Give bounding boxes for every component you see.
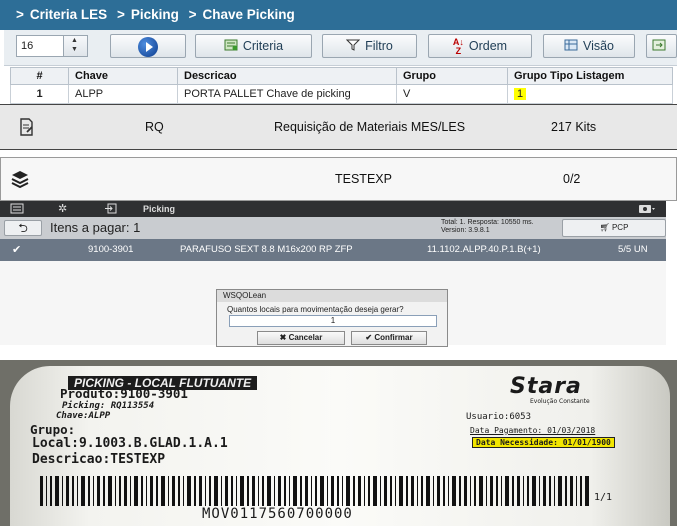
item-description: PARAFUSO SEXT 8.8 M16x200 RP ZFP — [180, 244, 353, 255]
label-grupo: Grupo: — [30, 422, 76, 437]
descricao-cell: PORTA PALLET Chave de picking — [177, 84, 397, 104]
label-descricao: Descricao:TESTEXP — [32, 452, 166, 467]
barcode-text: MOV0117560700000 — [202, 506, 353, 522]
label-local: Local:9.1003.B.GLAD.1.A.1 — [32, 436, 228, 451]
exit-icon[interactable] — [104, 203, 117, 216]
page-size-stepper[interactable]: 16 ▲ ▼ — [16, 35, 88, 57]
cancel-button[interactable]: ✖ Cancelar — [257, 331, 345, 345]
criteria-panel: > Criteria LES > Picking > Chave Picking 16… — [0, 0, 677, 104]
rq-description: Requisição de Materiais MES/LES — [274, 120, 466, 134]
mobile-picking-screen: ✲ Picking ⮌ Itens a pagar: 1 Total: 1. R… — [0, 201, 666, 347]
grid-view-icon — [564, 36, 578, 58]
label-page: 1/1 — [594, 492, 613, 503]
filtro-button[interactable]: Filtro — [322, 34, 417, 58]
row-number: 1 — [10, 84, 69, 104]
run-button[interactable] — [110, 34, 186, 58]
close-icon: ✖ — [279, 333, 287, 342]
breadcrumb: > Criteria LES > Picking > Chave Picking — [0, 0, 677, 30]
highlighted-value: 1 — [514, 88, 527, 100]
breadcrumb-item[interactable]: Picking — [131, 7, 179, 22]
stats-response: Total: 1. Resposta: 10550 ms. — [441, 219, 534, 226]
mobile-header: ⮌ Itens a pagar: 1 Total: 1. Resposta: 1… — [0, 217, 666, 239]
rq-code: RQ — [145, 120, 164, 134]
back-arrow-icon: ⮌ — [18, 221, 28, 235]
table-row[interactable]: 1 ALPP PORTA PALLET Chave de picking V 1 — [10, 84, 673, 104]
stara-tagline: Evolução Constante — [530, 398, 590, 405]
items-to-pay-title: Itens a pagar: 1 — [50, 220, 141, 235]
layers-icon — [11, 170, 29, 193]
stats-version: Version: 3.9.8.1 — [441, 227, 490, 234]
chave-cell: ALPP — [68, 84, 178, 104]
export-button[interactable] — [646, 34, 677, 58]
criteria-icon — [224, 36, 238, 58]
breadcrumb-item[interactable]: Criteria LES — [30, 7, 107, 22]
column-header[interactable]: Grupo — [396, 67, 508, 85]
item-code: 9100-3901 — [88, 244, 134, 255]
testexp-progress: 0/2 — [563, 172, 581, 186]
sort-az-icon: A↓ Z — [452, 36, 464, 56]
label-picking: Picking: RQ113554 — [62, 401, 155, 411]
label-photo: PICKING - LOCAL FLUTUANTE Produto:9100-3… — [0, 360, 677, 526]
dialog-question: Quantos locais para movimentação deseja … — [227, 305, 404, 314]
grupo-tipo-listagem-cell: 1 — [507, 84, 673, 104]
camera-icon[interactable] — [638, 203, 656, 216]
grupo-cell: V — [396, 84, 508, 104]
testexp-name: TESTEXP — [335, 172, 392, 186]
label-data-necessidade: Data Necessidade: 01/01/1900 — [472, 437, 615, 448]
menu-icon[interactable] — [10, 203, 24, 216]
item-quantity: 5/5 UN — [618, 244, 648, 255]
stepper-down-icon[interactable]: ▼ — [71, 46, 78, 54]
wsqolean-dialog: WSQOLean Quantos locais para movimentaçã… — [216, 289, 448, 347]
column-header[interactable]: # — [10, 67, 69, 85]
rq-list-item[interactable]: RQ Requisição de Materiais MES/LES 217 K… — [0, 104, 677, 150]
column-header[interactable]: Chave — [68, 67, 178, 85]
play-icon — [138, 36, 158, 57]
double-check-icon: ✔︎ — [12, 244, 22, 256]
table-header-row: # Chave Descricao Grupo Grupo Tipo Lista… — [10, 67, 673, 85]
label-produto: Produto:9100-3901 — [60, 386, 188, 401]
document-edit-icon — [18, 118, 34, 141]
testexp-list-item[interactable]: TESTEXP 0/2 — [0, 157, 677, 201]
criteria-button[interactable]: Criteria — [195, 34, 312, 58]
confirm-button[interactable]: ✔ Confirmar — [351, 331, 427, 345]
check-icon: ✔ — [365, 333, 373, 342]
picking-item-row[interactable]: ✔︎ 9100-3901 PARAFUSO SEXT 8.8 M16x200 R… — [0, 239, 666, 261]
criteria-table: # Chave Descricao Grupo Grupo Tipo Lista… — [10, 67, 673, 104]
mobile-title: Picking — [143, 204, 176, 214]
stepper-buttons[interactable]: ▲ ▼ — [63, 36, 87, 56]
barcode — [40, 476, 589, 506]
back-button[interactable]: ⮌ — [4, 220, 42, 236]
dialog-title: WSQOLean — [217, 290, 447, 302]
label-data-pagamento: Data Pagamento: 01/03/2018 — [470, 426, 596, 435]
column-header[interactable]: Descricao — [177, 67, 397, 85]
rq-count: 217 Kits — [551, 120, 597, 134]
page-size-value: 16 — [21, 40, 34, 52]
stepper-up-icon[interactable]: ▲ — [71, 37, 78, 45]
settings-icon[interactable]: ✲ — [58, 202, 67, 215]
picking-label: PICKING - LOCAL FLUTUANTE Produto:9100-3… — [10, 366, 670, 526]
label-usuario: Usuario:6053 — [466, 412, 532, 422]
stara-logo: Stara — [510, 374, 582, 399]
label-chave: Chave:ALPP — [56, 411, 111, 421]
breadcrumb-item[interactable]: Chave Picking — [203, 7, 295, 22]
ordem-button[interactable]: A↓ Z Ordem — [428, 34, 532, 58]
column-header[interactable]: Grupo Tipo Listagem — [507, 67, 673, 85]
filter-icon — [345, 36, 361, 58]
item-location: 11.1102.ALPP.40.P.1.B(+1) — [427, 244, 541, 255]
visao-button[interactable]: Visão — [543, 34, 635, 58]
export-icon — [652, 36, 666, 58]
pcp-button[interactable]: 🛒︎ PCP — [562, 219, 666, 237]
mobile-top-bar: ✲ Picking — [0, 201, 666, 217]
locations-count-input[interactable]: 1 — [229, 315, 437, 327]
cart-icon: 🛒︎ — [599, 223, 610, 232]
